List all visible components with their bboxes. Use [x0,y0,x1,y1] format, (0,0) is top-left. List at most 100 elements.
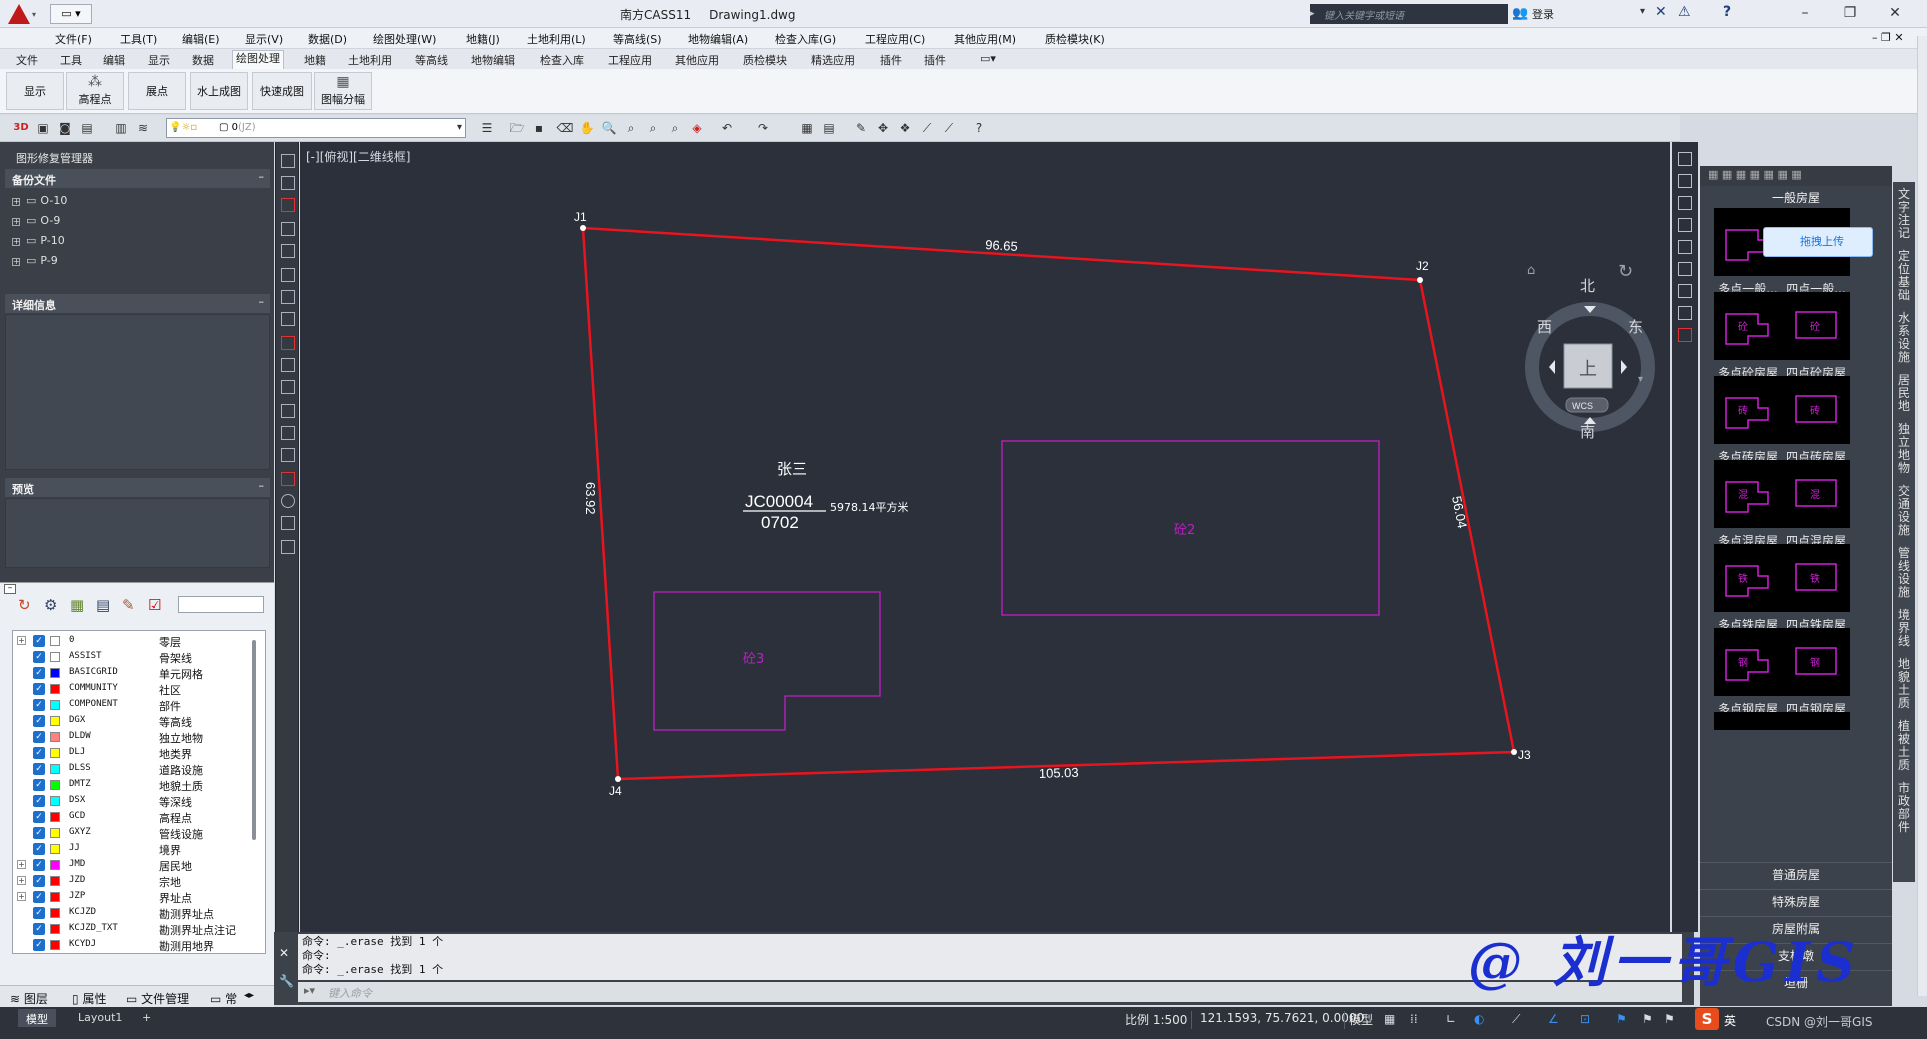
snap-icon[interactable]: ⁞⁞ [1410,1012,1418,1026]
grid-icon[interactable]: ▦ [1384,1012,1395,1026]
tool-icon[interactable] [1678,196,1692,210]
palette-vertical-tab[interactable]: 居民地 [1897,374,1911,413]
layer-row[interactable]: ✓ DLDW 独立地物 [13,729,253,745]
layer-row[interactable]: ✓ DGX 等高线 [13,713,253,729]
layer-check-icon[interactable]: ☑ [148,596,161,614]
restore-icon[interactable]: ❐ [1830,2,1870,26]
layer-filter-icon[interactable]: ⚙ [44,596,57,614]
layer-color-swatch[interactable] [50,700,60,710]
elevation-point-button[interactable]: ⁂ 高程点 [66,72,124,110]
palette-symbol-thumb[interactable]: 混 [1714,460,1782,528]
viewcube-menu-icon[interactable]: ▾ [1638,374,1643,385]
upload-button[interactable]: 拖拽上传 [1763,227,1873,257]
expand-icon[interactable]: + [12,258,20,266]
display-button[interactable]: 显示 [6,72,64,110]
layer-row[interactable]: ✓ BASICGRID 单元网格 [13,665,253,681]
layer-color-swatch[interactable] [50,764,60,774]
zoom-window-icon[interactable]: ⌕ [622,119,640,137]
tool-icon[interactable] [1678,152,1692,166]
layer-edit-icon[interactable]: ✎ [122,596,135,614]
layer-row[interactable]: + ✓ JMD 居民地 [13,857,253,873]
ribbon-tab[interactable]: 工具 [60,52,82,68]
tool-icon[interactable] [281,358,295,372]
table-icon[interactable]: ▤ [820,119,838,137]
tool-icon[interactable] [281,268,295,282]
expand-icon[interactable]: + [17,892,26,901]
drawing-canvas[interactable]: J1 J2 J3 J4 96.65 56.04 105.03 63.92 张三 … [300,142,1670,932]
layer-color-swatch[interactable] [50,876,60,886]
ribbon-tab[interactable]: 文件 [16,52,38,68]
user-icon[interactable]: 👥 [1512,6,1528,21]
layer-visible-checkbox[interactable]: ✓ [33,747,45,759]
tab-model[interactable]: 模型 [18,1009,56,1027]
layer-visible-checkbox[interactable]: ✓ [33,891,45,903]
tab-scroll-arrows[interactable]: ◂▸ [244,990,254,1001]
layer-color-swatch[interactable] [50,812,60,822]
trim-icon[interactable]: ⟋ [918,119,936,137]
menu-item[interactable]: 数据(D) [308,31,347,47]
layer-color-swatch[interactable] [50,860,60,870]
rotate-icon[interactable]: ↻ [1618,261,1633,282]
layer-visible-checkbox[interactable]: ✓ [33,907,45,919]
vertex-marker[interactable] [615,776,621,782]
otrack-icon[interactable]: ∠ [1548,1012,1559,1026]
palette-symbol-thumb[interactable]: 砼 [1714,292,1782,360]
palette-symbol-thumb[interactable]: 砖 [1782,376,1850,444]
layer-color-swatch[interactable] [50,828,60,838]
compass-east[interactable]: 东 [1628,318,1643,336]
detail-header[interactable]: 详细信息 – [5,294,270,313]
tool-icon[interactable] [1678,306,1692,320]
layer-row[interactable]: ✓ COMPONENT 部件 [13,697,253,713]
layer-copy-icon[interactable]: ▤ [96,596,110,614]
palette-symbol-thumb[interactable]: 砖 [1714,376,1782,444]
app-logo-icon[interactable]: ▾ [2,1,42,27]
parcel-boundary[interactable] [581,226,1516,781]
palette-category[interactable]: 普通房屋 [1700,862,1892,888]
tool-icon[interactable] [1678,284,1692,298]
vertex-marker[interactable] [1417,277,1423,283]
palette-category[interactable]: 特殊房屋 [1700,889,1892,915]
erase-icon[interactable]: ⌫ [556,119,574,137]
search-input[interactable]: 键入关键字或短语 [1318,4,1508,24]
palette-vertical-tab[interactable]: 境界线 [1897,609,1911,648]
menu-item[interactable]: 质检模块(K) [1045,31,1105,47]
layer-visible-checkbox[interactable]: ✓ [33,779,45,791]
menu-item[interactable]: 地物编辑(A) [688,31,748,47]
layer-color-swatch[interactable] [50,780,60,790]
layer-visible-checkbox[interactable]: ✓ [33,939,45,951]
tool-icon[interactable] [1678,262,1692,276]
ribbon-tab[interactable]: 等高线 [415,52,448,68]
ribbon-tab[interactable]: 地物编辑 [471,52,515,68]
palette-vertical-tab[interactable]: 文字注记 [1897,188,1911,240]
menu-item[interactable]: 文件(F) [55,31,92,47]
palette-vertical-tab[interactable]: 交通设施 [1897,485,1911,537]
tab-file-manager[interactable]: ▭ 文件管理 [126,990,189,1007]
layer-visible-checkbox[interactable]: ✓ [33,843,45,855]
ime-mode[interactable]: 英 [1724,1012,1736,1029]
tool-icon[interactable] [281,290,295,304]
layer-color-swatch[interactable] [50,684,60,694]
layer-manager-icon[interactable]: ▥ [112,119,130,137]
ribbon-tab[interactable]: 编辑 [103,52,125,68]
vertex-marker[interactable] [1511,749,1517,755]
ortho-icon[interactable]: ∟ [1446,1012,1456,1026]
tool-icon[interactable] [281,198,295,212]
vertex-marker[interactable] [580,225,586,231]
layer-color-swatch[interactable] [50,652,60,662]
layer-visible-checkbox[interactable]: ✓ [33,683,45,695]
ribbon-tab[interactable]: 检查入库 [540,52,584,68]
pan-icon[interactable]: ✋ [578,119,596,137]
menu-item[interactable]: 其他应用(M) [954,31,1016,47]
quick-access-toolbar[interactable]: ▭ ▾ [50,4,92,24]
palette-symbol-thumb[interactable]: 钢 [1782,628,1850,696]
tool-icon[interactable] [1678,328,1692,342]
ime-logo-icon[interactable]: S [1695,1008,1719,1030]
layer-row[interactable]: ✓ GCD 高程点 [13,809,253,825]
palette-vertical-tab[interactable]: 管线设施 [1897,547,1911,599]
backup-item[interactable]: + ▭ O-10 [12,194,67,207]
ribbon-tab[interactable]: 地籍 [304,52,326,68]
layer-visible-checkbox[interactable]: ✓ [33,827,45,839]
quick-mapping-button[interactable]: 快速成图 [252,72,312,110]
water-mapping-button[interactable]: 水上成图 [190,72,248,110]
zoom-icon[interactable]: 🔍 [600,119,618,137]
